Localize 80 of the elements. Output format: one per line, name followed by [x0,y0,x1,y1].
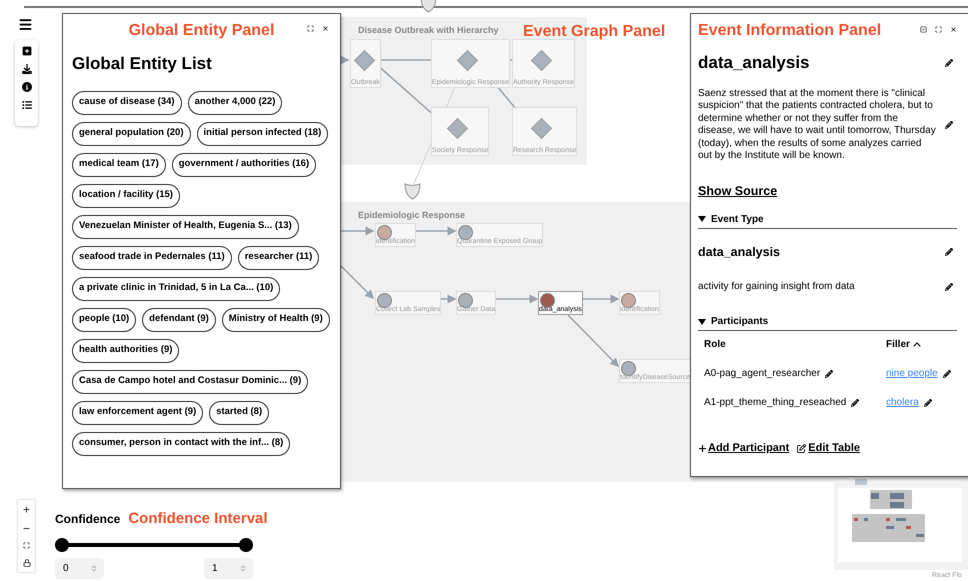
entity-chip[interactable]: government / authorities (16) [172,152,316,176]
entity-chip[interactable]: general population (20) [72,122,191,146]
entity-chip[interactable]: health authorities (9) [72,338,180,362]
zoom-in-icon[interactable] [22,504,31,514]
pencil-icon[interactable] [825,370,834,378]
entity-chip[interactable]: medical team (17) [72,152,166,176]
role-cell-text: A1-ppt_theme_thing_reseached [704,396,846,410]
section-heading[interactable]: Event Type [711,212,764,226]
group-title: Epidemiologic Response [358,209,466,222]
group-title: Disease Outbreak with Hierarchy [358,24,499,37]
maximize-icon[interactable] [935,26,942,33]
entity-chip[interactable]: consumer, person in contact with the inf... (8) [72,432,290,456]
info-icon[interactable] [22,82,32,92]
pencil-icon[interactable] [851,398,860,407]
entity-chip[interactable]: cause of disease (34) [72,90,182,114]
menu-icon[interactable] [18,17,33,32]
pencil-icon[interactable] [924,398,932,407]
entity-chip[interactable]: seafood trade in Pedernales (11) [72,246,232,270]
event-type-name: data_analysis [698,244,780,261]
plus-icon [698,444,707,453]
panel-annotation: Confidence Interval [128,509,268,529]
entity-chip[interactable]: law enforcement agent (9) [72,400,204,424]
entity-chip[interactable]: Ministry of Health (9) [222,308,330,332]
column-header[interactable]: Filler [886,337,910,352]
edit-table-button[interactable]: Edit Table [797,440,860,457]
panel-annotation: Event Graph Panel [523,22,666,42]
confidence-label: Confidence [55,511,120,528]
edit-icon [797,444,806,453]
range-slider[interactable] [55,538,253,552]
role-cell-text: A0-pag_agent_researcher [704,367,820,382]
entity-chip[interactable]: initial person infected (18) [196,122,328,146]
slider-thumb[interactable] [239,538,253,552]
gateway-shield-icon[interactable] [404,183,421,200]
entity-chip[interactable]: Casa de Campo hotel and Costasur Dominic... (9) [72,370,308,394]
entity-chip[interactable]: researcher (11) [238,246,320,270]
column-header: Role [704,338,727,352]
entity-chip[interactable]: another 4,000 (22) [188,90,282,114]
close-icon[interactable] [322,25,329,32]
panel-annotation: Global Entity Panel [128,21,274,41]
event-type-definition: activity for gaining insight from data [698,280,855,294]
close-icon[interactable] [950,26,957,33]
pencil-icon[interactable] [945,282,953,291]
download-icon[interactable] [22,64,32,74]
entity-chip[interactable]: defendant (9) [142,308,216,332]
entity-chip[interactable]: Venezuelan Minister of Health, Eugenia S... (13) [72,214,299,238]
checkbox-icon[interactable] [920,26,927,33]
filler-link[interactable]: cholera [886,395,919,410]
fit-view-icon[interactable] [23,542,30,550]
event-title: data_analysis [698,52,810,74]
pencil-icon[interactable] [945,58,953,67]
entity-chip[interactable]: started (8) [209,400,270,424]
edge-arrow [340,226,374,236]
number-field[interactable]: 1 [204,558,253,578]
panel-annotation: Event Information Panel [698,21,882,41]
spinner-icon[interactable] [241,564,245,572]
spinner-icon[interactable] [92,564,96,572]
lock-icon[interactable] [22,559,30,568]
slider-thumb[interactable] [55,538,69,552]
expand-caret-icon[interactable] [698,215,706,223]
entity-chip[interactable]: location / facility (15) [72,184,180,208]
panel-title: Global Entity List [72,53,213,75]
list-icon[interactable] [22,100,32,110]
edge-arrow [567,314,620,368]
pencil-icon[interactable] [945,248,953,256]
gateway-shield-icon[interactable] [420,0,437,13]
pencil-icon[interactable] [945,121,953,129]
section-heading[interactable]: Participants [711,314,768,330]
maximize-icon[interactable] [307,25,314,32]
add-participant-button[interactable]: Add Participant [698,440,790,457]
number-field[interactable]: 0 [55,558,104,578]
pencil-icon[interactable] [942,370,951,378]
entity-chip[interactable]: a private clinic in Trinidad, 5 in La Ca... (10) [72,276,280,300]
entity-chip[interactable]: people (10) [72,308,136,332]
show-source-link[interactable]: Show Source [698,184,778,198]
expand-caret-icon[interactable] [698,318,706,326]
add-icon[interactable] [22,46,32,56]
edge-arrow [339,264,374,300]
event-description: Saenz stressed that at the moment there is "clinical suspicion" that the patients contracted cholera, but to determine whether or not they suffer from the disease, we will have to wait until tomorrow, Thursday (today), when the results of some analyzes carried out by the Institute will be known. [698,88,937,162]
filler-link[interactable]: nine people [886,366,938,382]
sort-ascending-icon[interactable] [912,340,921,349]
